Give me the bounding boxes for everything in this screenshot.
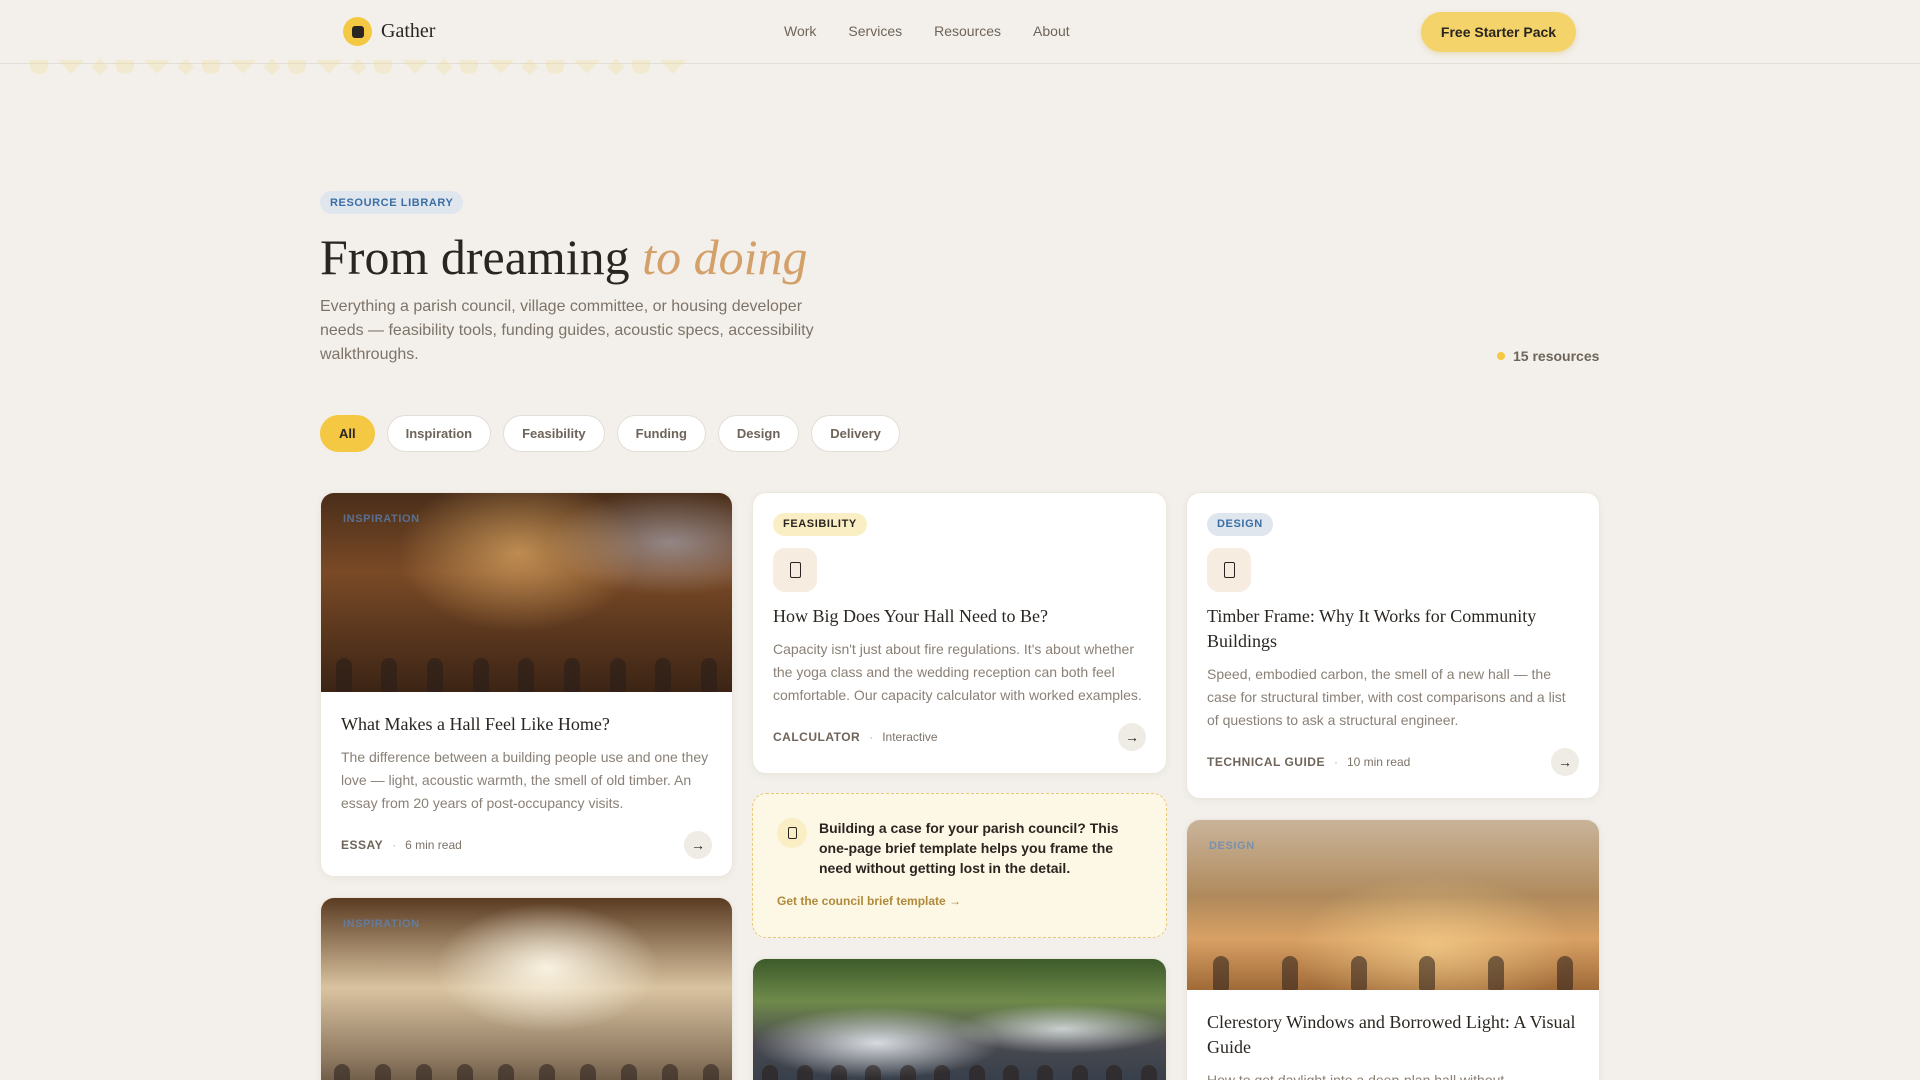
card-meta: ESSAY · 6 min read → [341,831,712,859]
card-kind: CALCULATOR [773,730,861,744]
card-description: How to get daylight into a deep-plan hal… [1207,1072,1505,1080]
count-dot-icon [1497,352,1505,360]
nav-services[interactable]: Services [848,23,902,39]
resource-card-clerestory[interactable]: DESIGN Clerestory Windows and Borrowed L… [1186,819,1600,1080]
card-kind: ESSAY [341,838,384,852]
card-read-time: 6 min read [405,838,462,852]
filter-inspiration[interactable]: Inspiration [386,415,492,452]
card-format: Interactive [882,730,938,744]
logo-icon [343,17,372,46]
page-intro: Everything a parish council, village com… [320,298,814,363]
resource-library-badge: RESOURCE LIBRARY [320,191,464,214]
category-tag: FEASIBILITY [773,513,867,536]
card-description: Capacity isn't just about fire regulatio… [773,641,1142,703]
card-meta: TECHNICAL GUIDE · 10 min read → [1207,748,1579,776]
card-image-village-fair [753,959,1166,1080]
arrow-right-icon: → [949,894,962,908]
card-title[interactable]: What Makes a Hall Feel Like Home? [341,712,712,737]
card-description: The difference between a building people… [341,749,709,811]
card-image-yoga-class: INSPIRATION [321,898,732,1080]
card-read-time: 10 min read [1346,755,1411,769]
card-description: Speed, embodied carbon, the smell of a n… [1207,666,1566,728]
council-brief-link[interactable]: Get the council brief template → [777,894,1142,908]
category-filters: All Inspiration Feasibility Funding Desi… [320,415,900,452]
card-meta: CALCULATOR · Interactive → [773,723,1146,751]
resource-card-yoga-hall[interactable]: INSPIRATION [320,897,733,1080]
brand-name: Gather [381,20,436,42]
filter-delivery[interactable]: Delivery [811,415,900,452]
card-title[interactable]: How Big Does Your Hall Need to Be? [773,604,1146,629]
brand-logo[interactable]: Gather [343,17,435,46]
main-nav: Work Services Resources About [784,23,1070,39]
filter-all[interactable]: All [320,415,375,452]
card-title[interactable]: Timber Frame: Why It Works for Community… [1207,604,1579,654]
nav-work[interactable]: Work [784,23,816,39]
page-title: From dreaming to doing [320,228,807,286]
promo-text: Building a case for your parish council?… [819,820,1119,876]
resource-card-timber-frame[interactable]: DESIGN Timber Frame: Why It Works for Co… [1186,492,1600,799]
site-header: Gather Work Services Resources About Fre… [0,0,1920,64]
category-tag: DESIGN [1207,513,1273,536]
council-brief-promo: Building a case for your parish council?… [752,793,1167,938]
image-category-tag: INSPIRATION [343,513,420,525]
calculator-icon [773,548,817,592]
card-title[interactable]: Clerestory Windows and Borrowed Light: A… [1207,1010,1579,1060]
arrow-right-icon[interactable]: → [1118,723,1146,751]
arrow-right-icon[interactable]: → [684,831,712,859]
filter-design[interactable]: Design [717,415,800,452]
starter-pack-button[interactable]: Free Starter Pack [1421,12,1576,52]
arrow-right-icon[interactable]: → [1551,748,1579,776]
decorative-bunting [30,58,686,76]
resource-card-village-fair[interactable] [752,958,1167,1080]
nav-about[interactable]: About [1033,23,1070,39]
image-category-tag: DESIGN [1209,840,1255,852]
title-accent: to doing [642,229,808,285]
title-main: From dreaming [320,229,630,285]
resource-count-label: 15 resources [1513,348,1600,364]
card-image-dining-hall: INSPIRATION [321,493,732,692]
card-image-hall-interior: DESIGN [1187,820,1599,990]
nav-resources[interactable]: Resources [934,23,1001,39]
document-icon [1207,548,1251,592]
resource-card-hall-home[interactable]: INSPIRATION What Makes a Hall Feel Like … [320,492,733,877]
council-brief-link-label: Get the council brief template [777,894,946,908]
resource-count: 15 resources [1497,348,1599,364]
image-category-tag: INSPIRATION [343,918,420,930]
filter-funding[interactable]: Funding [616,415,706,452]
filter-feasibility[interactable]: Feasibility [503,415,605,452]
template-icon [777,818,807,848]
card-kind: TECHNICAL GUIDE [1207,755,1325,769]
resource-card-hall-size[interactable]: FEASIBILITY How Big Does Your Hall Need … [752,492,1167,774]
